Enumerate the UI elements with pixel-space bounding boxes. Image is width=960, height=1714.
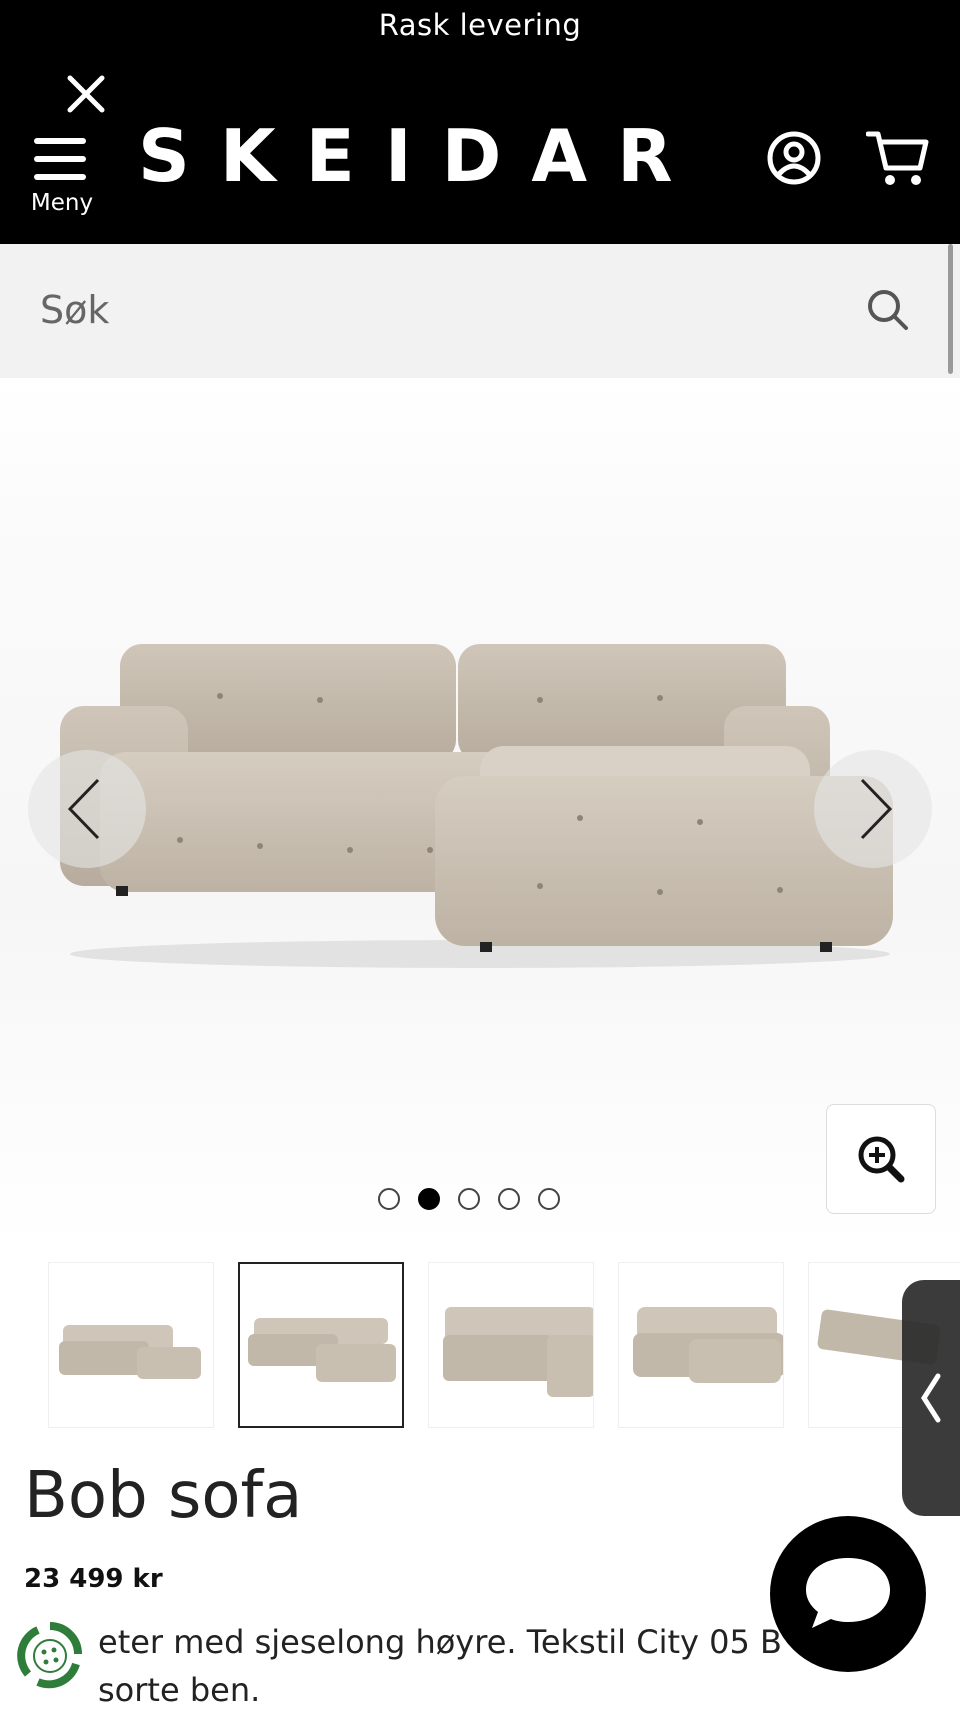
cart-button[interactable] — [865, 128, 930, 188]
search-input[interactable] — [38, 274, 802, 346]
recycle-icon — [17, 1622, 82, 1689]
side-drawer-tab[interactable] — [902, 1280, 960, 1516]
chevron-left-icon — [921, 1373, 941, 1423]
account-button[interactable] — [766, 130, 822, 186]
close-icon — [67, 75, 105, 113]
chat-button[interactable] — [770, 1516, 926, 1672]
search-icon — [868, 290, 908, 330]
pagination-dot-1[interactable] — [378, 1188, 400, 1210]
thumbnail-image — [443, 1307, 593, 1397]
product-image-gallery — [0, 378, 960, 1248]
pagination-dot-2[interactable] — [418, 1188, 440, 1210]
search-button[interactable] — [866, 288, 910, 332]
page-scrollbar[interactable] — [948, 244, 953, 374]
chat-bubble-icon — [806, 1558, 890, 1628]
thumbnail-image — [59, 1325, 201, 1379]
product-description-line: eter med sjeselong høyre. Tekstil City 0… — [98, 1623, 782, 1661]
zoom-button[interactable] — [826, 1104, 936, 1214]
menu-button[interactable]: Meny — [30, 132, 94, 222]
product-image-sofa[interactable] — [60, 636, 900, 976]
shopping-cart-icon — [865, 131, 929, 185]
user-account-icon — [767, 131, 821, 185]
chevron-right-icon — [860, 778, 893, 840]
thumbnail-image — [633, 1307, 783, 1383]
gallery-pagination — [378, 1188, 560, 1214]
product-description: eter med sjeselong høyre. Tekstil City 0… — [98, 1618, 838, 1714]
brand-logo[interactable]: SKEIDAR — [138, 116, 703, 196]
promo-banner: Rask levering — [378, 8, 582, 42]
close-button[interactable] — [64, 72, 108, 116]
eco-badge[interactable] — [16, 1620, 84, 1692]
thumbnail-2[interactable] — [238, 1262, 404, 1428]
zoom-in-icon — [858, 1136, 905, 1183]
thumbnail-image — [248, 1318, 396, 1382]
thumbnail-1[interactable] — [48, 1262, 214, 1428]
thumbnail-3[interactable] — [428, 1262, 594, 1428]
thumbnail-4[interactable] — [618, 1262, 784, 1428]
next-image-button[interactable] — [814, 750, 932, 868]
hamburger-icon — [34, 138, 86, 180]
pagination-dot-4[interactable] — [498, 1188, 520, 1210]
site-header: Rask levering Meny SKEIDAR — [0, 0, 960, 244]
search-bar — [0, 244, 960, 378]
product-description-line: sorte ben. — [98, 1671, 261, 1709]
menu-label: Meny — [30, 190, 94, 216]
previous-image-button[interactable] — [28, 750, 146, 868]
chevron-left-icon — [67, 778, 100, 840]
product-price: 23 499 kr — [24, 1564, 163, 1594]
pagination-dot-3[interactable] — [458, 1188, 480, 1210]
pagination-dot-5[interactable] — [538, 1188, 560, 1210]
thumbnail-strip — [48, 1262, 960, 1430]
product-title: Bob sofa — [24, 1459, 303, 1533]
